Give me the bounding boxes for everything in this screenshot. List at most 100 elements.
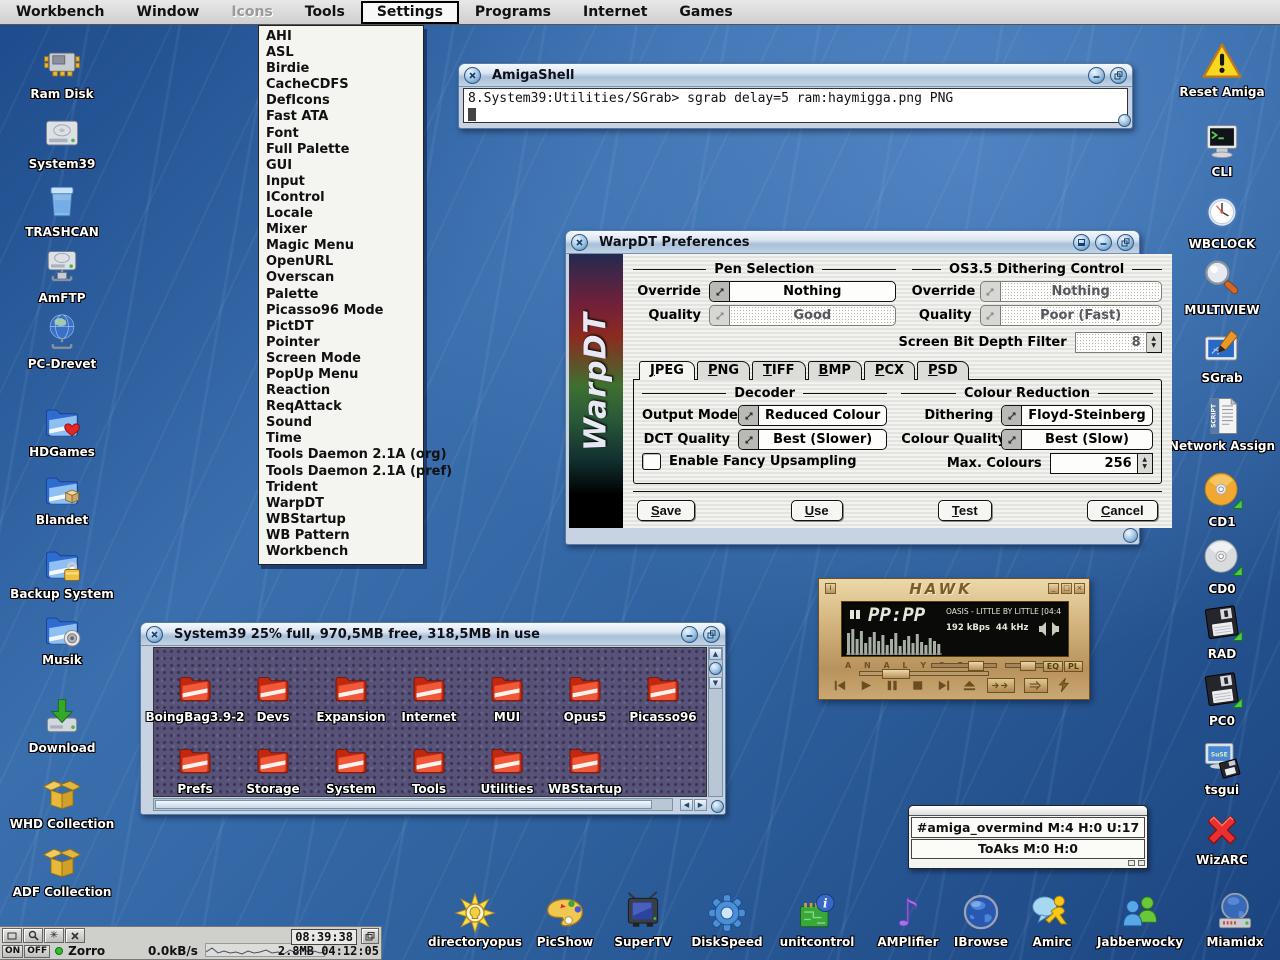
menubar-item-games[interactable]: Games bbox=[663, 1, 748, 24]
scroll-up-icon[interactable]: ▲ bbox=[709, 648, 722, 660]
menu-item-icontrol[interactable]: IControl bbox=[259, 190, 423, 206]
drawer-item-boingbag3-9-2[interactable]: BoingBag3.9-2 bbox=[156, 652, 234, 724]
repeat-button[interactable] bbox=[1024, 678, 1048, 693]
scroll-right-icon[interactable]: ▶ bbox=[694, 799, 707, 811]
save-button[interactable]: Save bbox=[637, 500, 695, 521]
irc-channel-row[interactable]: #amiga_overmind M:4 H:0 U:17 bbox=[911, 817, 1145, 838]
desktop-icon-pc-drevet[interactable]: PC-Drevet bbox=[7, 312, 117, 371]
desktop-icon-network-assign[interactable]: SCRIPTNetwork Assign bbox=[1167, 394, 1277, 453]
drawer-item-utilities[interactable]: Utilities bbox=[468, 724, 546, 796]
hawk-titlebar[interactable]: I HAWK _ □ × bbox=[819, 579, 1089, 598]
menu-icon[interactable]: I bbox=[825, 583, 836, 594]
drawer-item-system[interactable]: System bbox=[312, 724, 390, 796]
desktop-icon-musik[interactable]: Musik bbox=[7, 608, 117, 667]
drawer-item-tools[interactable]: Tools bbox=[390, 724, 468, 796]
menu-item-reaction[interactable]: Reaction bbox=[259, 383, 423, 399]
magnifier-icon[interactable] bbox=[23, 928, 43, 943]
menubar-item-settings[interactable]: Settings bbox=[361, 1, 459, 24]
iconify-icon[interactable] bbox=[1073, 234, 1090, 251]
shell-output[interactable]: 8.System39:Utilities/SGrab> sgrab delay=… bbox=[463, 88, 1128, 123]
desktop-icon-wbclock[interactable]: WBCLOCK bbox=[1167, 192, 1277, 251]
menu-item-font[interactable]: Font bbox=[259, 126, 423, 142]
menu-item-input[interactable]: Input bbox=[259, 174, 423, 190]
eject-button[interactable] bbox=[961, 678, 978, 693]
desktop-icon-ram-disk[interactable]: Ram Disk bbox=[7, 42, 117, 101]
menu-item-time[interactable]: Time bbox=[259, 431, 423, 447]
fancy-upsampling-checkbox[interactable] bbox=[642, 453, 661, 470]
menu-item-tools-daemon-2-1a-org[interactable]: Tools Daemon 2.1A (org) bbox=[259, 447, 423, 463]
menu-item-sound[interactable]: Sound bbox=[259, 415, 423, 431]
menu-item-warpdt[interactable]: WarpDT bbox=[259, 496, 423, 512]
menu-item-birdie[interactable]: Birdie bbox=[259, 61, 423, 77]
desktop-icon-reset-amiga[interactable]: Reset Amiga bbox=[1167, 40, 1277, 99]
menu-item-magic-menu[interactable]: Magic Menu bbox=[259, 238, 423, 254]
spinner-arrows-icon[interactable]: ▲▼ bbox=[1138, 453, 1153, 474]
close-icon[interactable] bbox=[464, 67, 481, 84]
menu-item-ahi[interactable]: AHI bbox=[259, 29, 423, 45]
snow-icon[interactable]: ✳ bbox=[44, 928, 64, 943]
warpdt-titlebar[interactable]: WarpDT Preferences bbox=[566, 231, 1139, 254]
menu-item-reqattack[interactable]: ReqAttack bbox=[259, 399, 423, 415]
desktop-icon-pc0[interactable]: PC0 bbox=[1167, 669, 1277, 728]
menubar-item-workbench[interactable]: Workbench bbox=[0, 1, 121, 24]
menu-item-gui[interactable]: GUI bbox=[259, 158, 423, 174]
menu-item-wb-pattern[interactable]: WB Pattern bbox=[259, 528, 423, 544]
test-button[interactable]: Test bbox=[938, 500, 992, 521]
position-slider[interactable] bbox=[859, 671, 989, 676]
menu-item-screen-mode[interactable]: Screen Mode bbox=[259, 351, 423, 367]
drawer-item-opus5[interactable]: Opus5 bbox=[546, 652, 624, 724]
horizontal-scrollbar[interactable] bbox=[153, 798, 673, 811]
drawer-item-prefs[interactable]: Prefs bbox=[156, 724, 234, 796]
dithering-cycle[interactable]: Floyd-Steinberg bbox=[1001, 405, 1152, 426]
zoom-icon[interactable] bbox=[703, 626, 720, 643]
drawer-item-devs[interactable]: Devs bbox=[234, 652, 312, 724]
pause-button[interactable] bbox=[883, 678, 900, 693]
eq-button[interactable]: EQ bbox=[1043, 661, 1063, 672]
desktop-icon-cd1[interactable]: CD1 bbox=[1167, 470, 1277, 529]
desktop-icon-sgrab[interactable]: SGrab bbox=[1167, 326, 1277, 385]
window-tool-icon[interactable] bbox=[2, 928, 22, 943]
desktop-icon-cd0[interactable]: CD0 bbox=[1167, 537, 1277, 596]
menubar-item-window[interactable]: Window bbox=[121, 1, 216, 24]
output-mode-cycle[interactable]: Reduced Colour bbox=[738, 405, 887, 426]
tab-psd[interactable]: PSD bbox=[917, 361, 969, 380]
desktop-icon-adf-collection[interactable]: ADF Collection bbox=[7, 840, 117, 899]
irc-query-row[interactable]: ToAks M:0 H:0 bbox=[911, 839, 1145, 860]
desktop-icon-multiview[interactable]: MULTIVIEW bbox=[1167, 258, 1277, 317]
desktop-icon-system39[interactable]: System39 bbox=[7, 112, 117, 171]
on-button[interactable]: ON bbox=[2, 945, 23, 958]
menu-item-locale[interactable]: Locale bbox=[259, 206, 423, 222]
desktop-icon-amftp[interactable]: AmFTP bbox=[7, 246, 117, 305]
scroll-left-icon[interactable]: ◀ bbox=[680, 799, 693, 811]
dock-icon-miamidx[interactable]: Miamidx bbox=[1180, 891, 1280, 949]
tab-tiff[interactable]: TIFF bbox=[752, 361, 805, 380]
irc-titlebar[interactable] bbox=[909, 806, 1147, 816]
close-icon[interactable] bbox=[571, 234, 588, 251]
stop-button[interactable] bbox=[909, 678, 926, 693]
menu-item-cachecdfs[interactable]: CacheCDFS bbox=[259, 77, 423, 93]
zoom-icon[interactable] bbox=[1110, 67, 1127, 84]
desktop-icon-trashcan[interactable]: TRASHCAN bbox=[7, 180, 117, 239]
desktop-icon-tsgui[interactable]: SuSEtsgui bbox=[1167, 738, 1277, 797]
desktop-icon-whd-collection[interactable]: WHD Collection bbox=[7, 772, 117, 831]
menu-item-trident[interactable]: Trident bbox=[259, 480, 423, 496]
close-icon[interactable] bbox=[146, 626, 163, 643]
volume-slider[interactable] bbox=[931, 663, 997, 668]
iconify-icon[interactable] bbox=[681, 626, 698, 643]
scrollbar-thumb[interactable] bbox=[155, 800, 652, 809]
dock-icon-jabberwocky[interactable]: Jabberwocky bbox=[1085, 891, 1195, 949]
spinner-arrows-icon[interactable]: ▲▼ bbox=[1147, 332, 1162, 353]
menu-item-tools-daemon-2-1a-pref[interactable]: Tools Daemon 2.1A (pref) bbox=[259, 464, 423, 480]
desktop-icon-cli[interactable]: CLI bbox=[1167, 120, 1277, 179]
menubar-item-programs[interactable]: Programs bbox=[459, 1, 567, 24]
drawer-item-expansion[interactable]: Expansion bbox=[312, 652, 390, 724]
menu-item-workbench[interactable]: Workbench bbox=[259, 544, 423, 560]
menu-item-picasso96-mode[interactable]: Picasso96 Mode bbox=[259, 303, 423, 319]
menu-item-fast-ata[interactable]: Fast ATA bbox=[259, 109, 423, 125]
balance-slider[interactable] bbox=[1005, 663, 1047, 668]
close-icon[interactable] bbox=[65, 928, 85, 943]
drawer-item-storage[interactable]: Storage bbox=[234, 724, 312, 796]
desktop-icon-download[interactable]: Download bbox=[7, 696, 117, 755]
vertical-scrollbar[interactable]: ▲ ▼ bbox=[708, 647, 723, 797]
zoom-icon[interactable] bbox=[1117, 234, 1134, 251]
